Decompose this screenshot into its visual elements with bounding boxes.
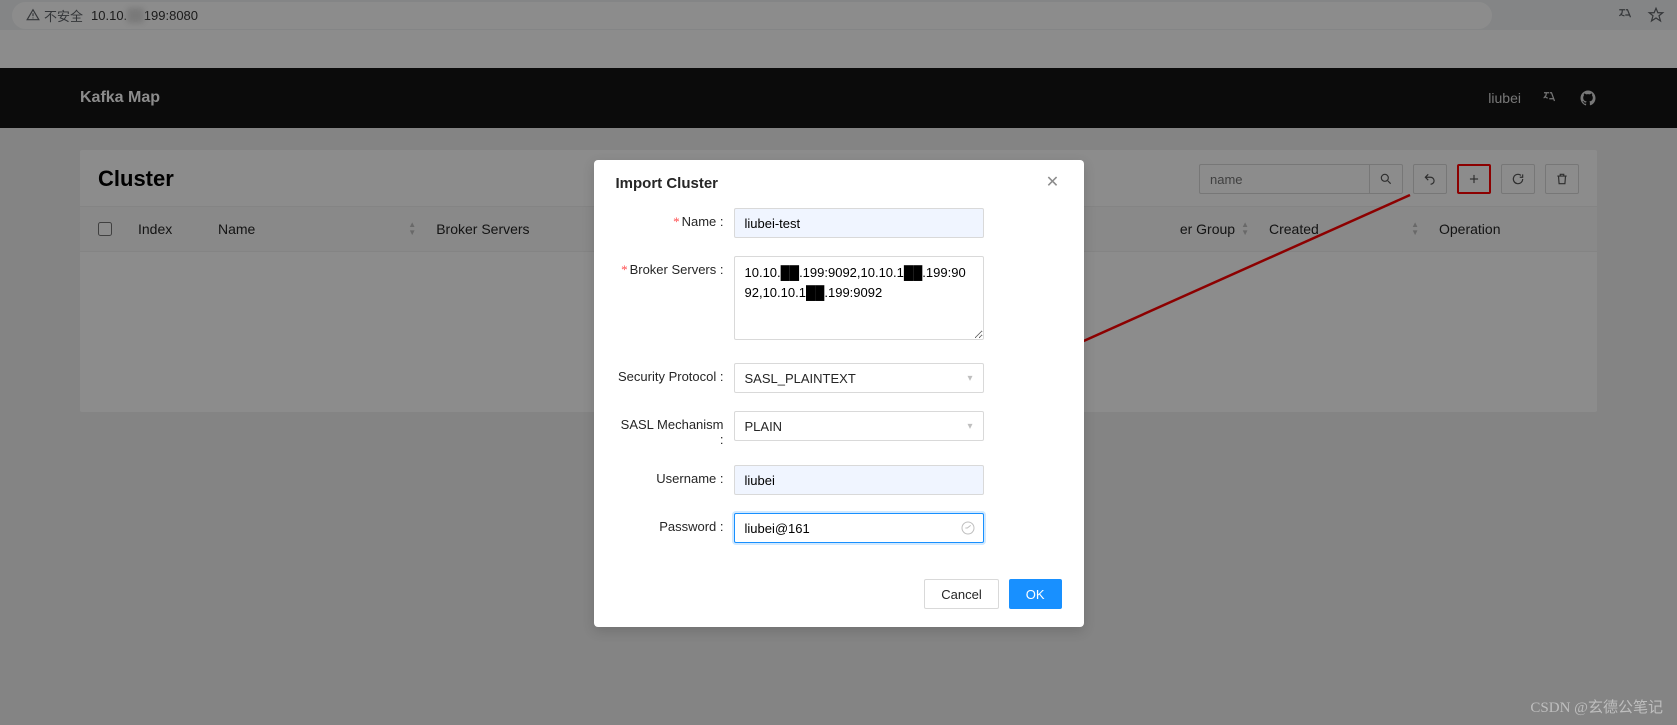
name-input[interactable]: [734, 208, 984, 238]
modal-footer: Cancel OK: [594, 569, 1084, 627]
label-password: Password :: [616, 513, 734, 534]
label-username: Username :: [616, 465, 734, 486]
modal-body: *Name : *Broker Servers : 10.10.██.199:9…: [594, 206, 1084, 569]
row-sasl-mechanism: SASL Mechanism : PLAIN▾: [616, 411, 1062, 447]
password-reveal-icon[interactable]: [960, 520, 976, 536]
username-input[interactable]: [734, 465, 984, 495]
close-icon[interactable]: ✕: [1044, 174, 1062, 192]
cancel-button[interactable]: Cancel: [924, 579, 998, 609]
password-input[interactable]: [734, 513, 984, 543]
broker-servers-textarea[interactable]: 10.10.██.199:9092,10.10.1██.199:9092,10.…: [734, 256, 984, 340]
modal-header: Import Cluster ✕: [594, 160, 1084, 206]
label-broker-servers: *Broker Servers :: [616, 256, 734, 278]
chevron-down-icon: ▾: [967, 421, 972, 432]
modal-title: Import Cluster: [616, 175, 719, 192]
row-username: Username :: [616, 465, 1062, 495]
security-protocol-select[interactable]: SASL_PLAINTEXT▾: [734, 363, 984, 393]
chevron-down-icon: ▾: [967, 373, 972, 384]
row-security-protocol: Security Protocol : SASL_PLAINTEXT▾: [616, 363, 1062, 393]
modal-overlay[interactable]: Import Cluster ✕ *Name : *Broker Servers…: [0, 0, 1677, 725]
label-sasl-mechanism: SASL Mechanism :: [616, 411, 734, 447]
ok-button[interactable]: OK: [1009, 579, 1062, 609]
watermark: CSDN @玄德公笔记: [1530, 696, 1663, 717]
row-name: *Name :: [616, 208, 1062, 238]
sasl-mechanism-select[interactable]: PLAIN▾: [734, 411, 984, 441]
row-broker-servers: *Broker Servers : 10.10.██.199:9092,10.1…: [616, 256, 1062, 345]
row-password: Password :: [616, 513, 1062, 543]
import-cluster-modal: Import Cluster ✕ *Name : *Broker Servers…: [594, 160, 1084, 627]
label-name: *Name :: [616, 208, 734, 230]
label-security-protocol: Security Protocol :: [616, 363, 734, 384]
